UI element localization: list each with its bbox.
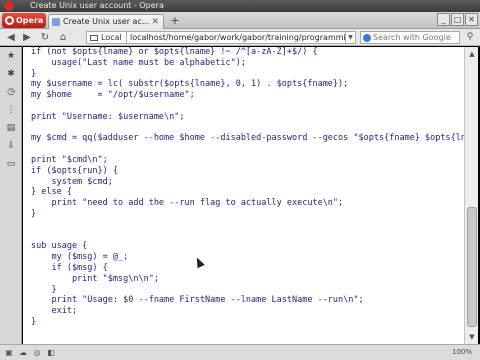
address-bar: ◀ ▶ ↻ ⌂ Local localhost/home/gabor/work/… — [0, 29, 480, 46]
opera-logo-icon — [5, 16, 14, 25]
opera-menu-label: Opera — [16, 16, 44, 25]
code-line: print "Usage: $0 --fname FirstName --lna… — [31, 295, 364, 306]
security-badge[interactable]: Local — [86, 31, 126, 44]
opera-menu-button[interactable]: Opera — [2, 13, 46, 28]
code-line: } — [31, 284, 57, 295]
turbo-icon[interactable]: ◎ — [32, 348, 42, 358]
security-badge-label: Local — [101, 33, 122, 42]
code-line: } else { — [31, 187, 72, 198]
gear-icon[interactable]: ✱ — [6, 69, 16, 79]
code-line: my ($msg) = @_; — [31, 252, 129, 263]
scroll-thumb[interactable] — [467, 207, 477, 327]
windows-icon[interactable]: ▭ — [6, 159, 16, 169]
url-input[interactable]: localhost/home/gabor/work/gabor/training… — [126, 31, 346, 44]
minimize-button[interactable]: _ — [437, 13, 450, 26]
search-placeholder: Search with Google — [373, 33, 451, 42]
search-go-icon[interactable]: ⚲ — [463, 31, 477, 44]
window-controls: _ □ ✕ — [437, 13, 478, 28]
code-line: print "$cmd\n"; — [31, 154, 108, 165]
scroll-down-icon[interactable]: ▼ — [466, 331, 478, 343]
page-favicon-icon — [52, 18, 60, 26]
window-title: Create Unix user account - Opera — [30, 1, 164, 10]
code-line: if ($opts{run}) { — [31, 165, 118, 176]
code-line: print "Username: $username\n"; — [31, 111, 185, 122]
url-dropdown-icon[interactable]: ▼ — [346, 31, 356, 44]
monitor-icon — [90, 35, 98, 41]
home-button[interactable]: ⌂ — [56, 31, 70, 44]
tab-bar: Opera Create Unix user ac... ✕ + _ □ ✕ — [0, 12, 480, 29]
code-line: } — [31, 208, 37, 219]
share-icon[interactable]: ⋮ — [6, 105, 16, 115]
code-line: print "need to add the --run flag to act… — [31, 198, 344, 209]
downloads-icon[interactable]: ⇩ — [6, 141, 16, 151]
scroll-up-icon[interactable]: ▲ — [466, 48, 478, 60]
notes-icon[interactable]: ▤ — [6, 123, 16, 133]
os-title-bar: Create Unix user account - Opera — [0, 0, 480, 12]
tab-create-unix-user[interactable]: Create Unix user ac... ✕ — [48, 14, 164, 29]
sync-icon[interactable]: ☁ — [18, 348, 28, 358]
tab-close-icon[interactable]: ✕ — [151, 15, 159, 29]
google-icon — [363, 34, 371, 42]
code-line: my $home = "/opt/$username"; — [31, 90, 195, 101]
code-line: if ($msg) { — [31, 262, 108, 273]
code-line: exit; — [31, 306, 78, 317]
page-content: if (not $opts{lname} or $opts{lname} !~ … — [23, 47, 464, 344]
speed-dial-icon[interactable]: ◧ — [46, 348, 56, 358]
code-line: if (not $opts{lname} or $opts{lname} !~ … — [31, 47, 318, 57]
search-input[interactable]: Search with Google — [360, 31, 460, 44]
code-line: } — [31, 316, 37, 327]
code-line: sub usage { — [31, 241, 88, 252]
code-line: usage("Last name must be alphabetic"); — [31, 57, 246, 68]
code-line: my $username = lc( substr($opts{lname}, … — [31, 79, 349, 90]
code-line: print "$msg\n\n"; — [31, 273, 159, 284]
status-bar: ▣ ☁ ◎ ◧ 100% — [0, 344, 480, 360]
code-line: } — [31, 68, 37, 79]
opera-window-icon — [4, 1, 14, 11]
zoom-level[interactable]: 100% — [452, 348, 472, 356]
forward-button[interactable]: ▶ — [20, 31, 34, 44]
panel-toggle-icon[interactable]: ▣ — [4, 348, 14, 358]
code-line: system $cmd; — [31, 176, 113, 187]
source-code: if (not $opts{lname} or $opts{lname} !~ … — [23, 47, 464, 328]
code-line: my $cmd = qq($adduser --home $home --dis… — [31, 133, 464, 144]
side-panel: ★ ✱ ◷ ⋮ ▤ ⇩ ▭ — [0, 47, 22, 344]
tab-title: Create Unix user ac... — [63, 17, 150, 26]
maximize-button[interactable]: □ — [451, 13, 464, 26]
new-tab-button[interactable]: + — [168, 15, 182, 28]
bookmarks-icon[interactable]: ★ — [6, 51, 16, 61]
history-icon[interactable]: ◷ — [6, 87, 16, 97]
close-window-button[interactable]: ✕ — [465, 13, 478, 26]
reload-button[interactable]: ↻ — [38, 31, 52, 44]
back-button[interactable]: ◀ — [4, 31, 18, 44]
vertical-scrollbar[interactable]: ▲ ▼ — [464, 47, 478, 344]
